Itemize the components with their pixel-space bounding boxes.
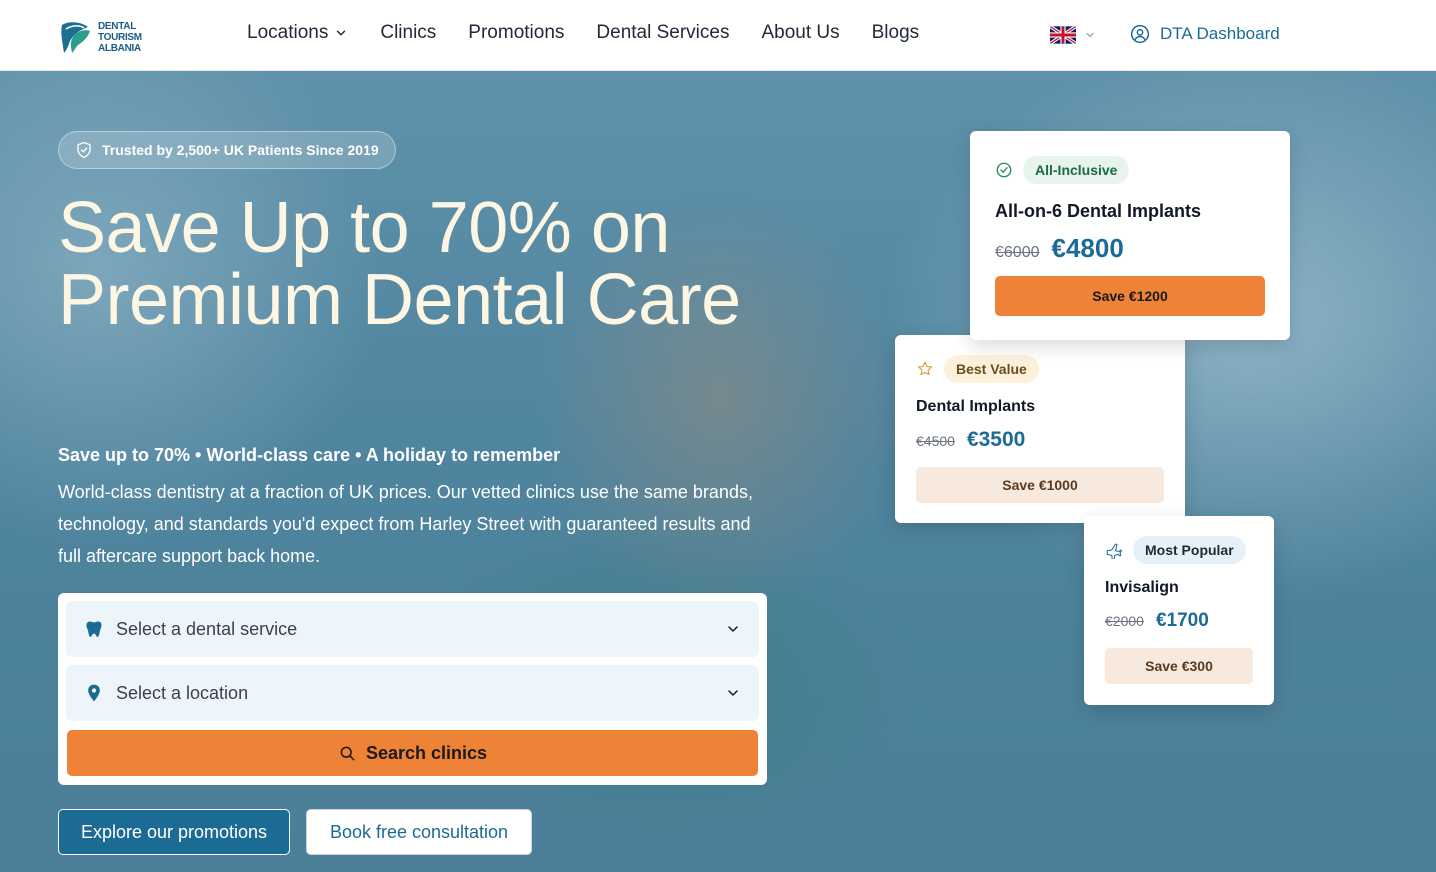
explore-promotions-button[interactable]: Explore our promotions [58,809,290,855]
trust-badge-text: Trusted by 2,500+ UK Patients Since 2019 [102,142,379,158]
map-pin-icon [88,684,100,702]
nav-label: Dental Services [596,22,730,43]
chevron-down-icon [728,690,738,696]
search-button-label: Search clinics [365,742,488,763]
promo-save-button[interactable]: Save €1200 [995,276,1265,316]
logo-line-1: DENTAL [98,20,137,32]
promo-tag: All-Inclusive [1023,156,1130,184]
promo-price-row: €2000 €1700 [1105,610,1209,632]
logo-text: DENTAL TOURISM ALBANIA [98,21,142,54]
logo-line-2: TOURISM [98,31,142,43]
hero-description: World-class dentistry at a fraction of U… [58,482,753,566]
clinic-search-form: Select a dental service Select a locatio… [58,593,767,785]
promo-tag-row: Best Value [916,355,1039,383]
language-selector[interactable] [1050,26,1096,44]
nav-item-blogs[interactable]: Blogs [872,22,920,44]
nav-label: Locations [247,22,329,43]
nav-item-about-us[interactable]: About Us [761,22,839,44]
shield-check-icon [77,141,91,159]
nav-label: Clinics [380,22,437,43]
search-clinics-button[interactable]: Search clinics [67,730,758,776]
promo-card-invisalign[interactable]: Most Popular Invisalign €2000 €1700 Save… [1084,516,1274,705]
nav-item-locations[interactable]: Locations [247,22,348,44]
nav-label: About Us [761,22,840,43]
service-select-placeholder: Select a dental service [116,618,298,639]
check-circle-icon [996,162,1012,178]
nav-item-clinics[interactable]: Clinics [380,22,436,44]
site-header: DENTAL TOURISM ALBANIA Locations Clinics… [0,0,1436,71]
promo-new-price: €4800 [1051,233,1124,263]
promo-price-row: €4500 €3500 [916,428,1025,452]
chevron-down-icon [337,30,346,36]
star-icon [917,361,933,376]
promo-price-row: €6000 €4800 [995,233,1124,264]
promo-new-price: €1700 [1155,610,1209,631]
promo-name: Invisalign [1105,579,1179,596]
hero-subtitle: Save up to 70% • World-class care • A ho… [58,445,561,465]
promo-tag: Most Popular [1133,536,1246,564]
nav-item-dental-services[interactable]: Dental Services [596,22,729,44]
promo-name: All-on-6 Dental Implants [995,201,1202,221]
tooth-logo-icon [61,22,90,53]
logo-line-3: ALBANIA [98,42,141,54]
chevron-down-icon [728,626,738,632]
promo-card-all-on-6[interactable]: All-Inclusive All-on-6 Dental Implants €… [970,131,1290,340]
promo-card-dental-implants[interactable]: Best Value Dental Implants €4500 €3500 S… [895,335,1185,523]
promo-tag-row: All-Inclusive [995,156,1130,184]
promo-save-button[interactable]: Save €1000 [916,467,1164,503]
service-select[interactable]: Select a dental service [66,601,759,657]
promo-old-price: €4500 [916,433,955,449]
promo-old-price: €6000 [995,244,1040,261]
promo-tag-row: Most Popular [1105,536,1246,564]
promo-save-button[interactable]: Save €300 [1105,648,1253,684]
logo[interactable]: DENTAL TOURISM ALBANIA [58,18,158,56]
trust-badge: Trusted by 2,500+ UK Patients Since 2019 [58,131,396,169]
location-select[interactable]: Select a location [66,665,759,721]
nav-item-promotions[interactable]: Promotions [468,22,564,44]
dashboard-label: DTA Dashboard [1160,24,1280,43]
nav-label: Promotions [468,22,565,43]
nav-label: Blogs [871,22,920,43]
dashboard-link[interactable]: DTA Dashboard [1130,24,1280,44]
promo-old-price: €2000 [1105,613,1144,629]
uk-flag-icon [1050,26,1076,44]
chevron-down-icon [1086,32,1094,38]
promo-name: Dental Implants [916,398,1036,415]
hero-title: Save Up to 70% on Premium Dental Care [58,188,741,340]
user-circle-icon [1130,24,1150,44]
tooth-icon [86,621,102,637]
book-consultation-button[interactable]: Book free consultation [306,809,532,855]
promo-tag: Best Value [944,355,1039,383]
location-select-placeholder: Select a location [116,682,249,703]
plane-icon [1106,543,1123,559]
main-nav: Locations Clinics Promotions Dental Serv… [247,22,919,44]
promo-new-price: €3500 [966,428,1026,451]
search-icon [340,746,355,761]
